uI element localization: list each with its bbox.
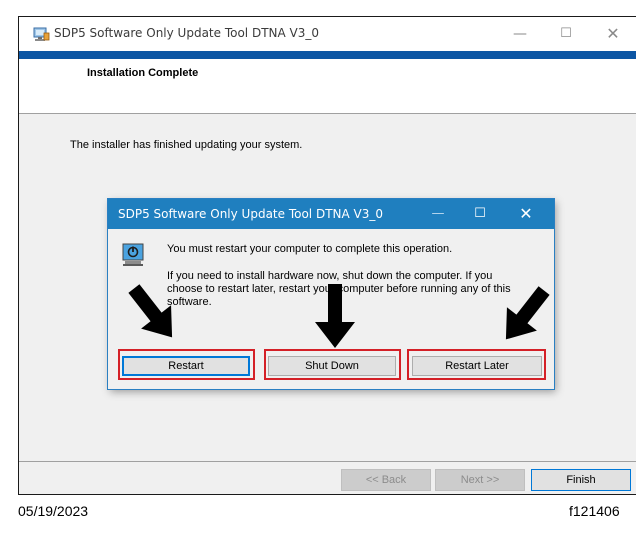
dialog-minimize-button[interactable]: — [418,202,458,226]
dialog-titlebar[interactable]: SDP5 Software Only Update Tool DTNA V3_0… [108,199,554,229]
completion-message: The installer has finished updating your… [70,139,303,151]
shut-down-highlight [264,349,401,380]
figure-date: 05/19/2023 [18,503,89,519]
page-title: Installation Complete [87,67,199,79]
window-title: SDP5 Software Only Update Tool DTNA V3_0 [54,26,320,40]
arrow-down-right-icon [128,284,173,338]
maximize-button[interactable]: ☐ [543,22,589,46]
footer-divider [19,461,636,462]
dialog-close-button[interactable]: ✕ [506,202,546,226]
dialog-title: SDP5 Software Only Update Tool DTNA V3_0 [118,207,384,221]
header-divider [19,113,636,114]
figure-id: f121406 [569,503,620,519]
installer-icon [33,27,50,41]
accent-bar [19,51,636,59]
arrow-down-icon [315,284,355,348]
dialog-maximize-button[interactable]: ☐ [460,202,500,226]
restart-required-message: You must restart your computer to comple… [167,243,453,255]
back-button[interactable]: << Back [341,469,431,491]
close-button[interactable]: ✕ [590,22,636,46]
restart-highlight [118,349,255,380]
restart-later-highlight [407,349,546,380]
power-icon [122,243,144,266]
minimize-button[interactable]: — [497,22,543,46]
arrow-down-left-icon [505,286,550,340]
wizard-header: Installation Complete [19,59,636,113]
next-button[interactable]: Next >> [435,469,525,491]
finish-button[interactable]: Finish [531,469,631,491]
window-titlebar[interactable]: SDP5 Software Only Update Tool DTNA V3_0… [19,17,636,51]
